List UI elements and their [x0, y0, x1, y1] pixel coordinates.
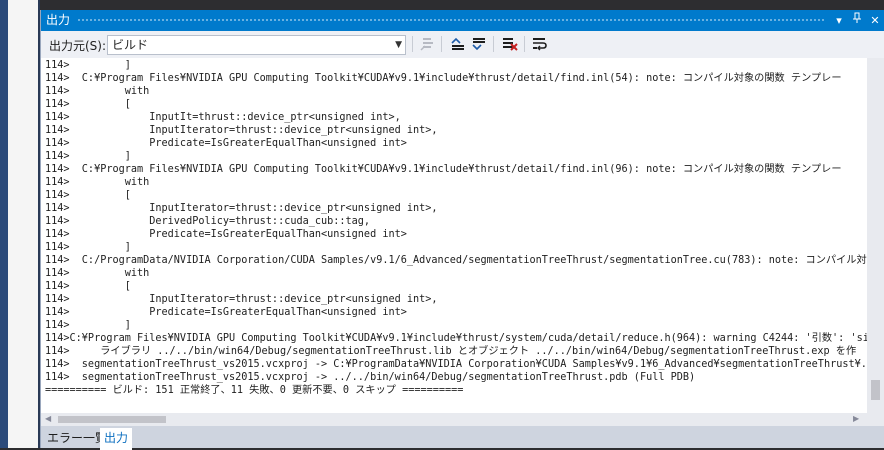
output-line: 114> InputIt=thrust::device_ptr<unsigned… — [45, 112, 401, 123]
prev-message-icon[interactable] — [449, 35, 467, 53]
output-line: 114> with — [45, 177, 150, 188]
output-titlebar[interactable]: 出力 ▾ ✕ — [41, 10, 884, 31]
clear-all-icon[interactable] — [501, 35, 519, 53]
output-line: 114> ] — [45, 151, 131, 162]
scroll-left-icon[interactable]: ◀ — [45, 414, 51, 423]
toolbar-separator — [493, 36, 494, 52]
chevron-down-icon: ▼ — [395, 40, 402, 50]
toolbar-separator — [524, 36, 525, 52]
output-text-area[interactable]: 114> ] 114> C:¥Program Files¥NVIDIA GPU C… — [41, 58, 867, 413]
toolbar-separator — [441, 36, 442, 52]
output-toolbar: 出力元(S): ビルド ▼ — [41, 31, 884, 58]
output-line: 114> Predicate=IsGreaterEqualThan<unsign… — [45, 229, 407, 240]
output-line: ========== ビルド: 151 正常終了、11 失敗、0 更新不要、0 … — [45, 385, 464, 396]
output-line: 114> Predicate=IsGreaterEqualThan<unsign… — [45, 307, 407, 318]
output-line: 114> InputIterator=thrust::device_ptr<un… — [45, 294, 438, 305]
scroll-right-icon[interactable]: ▶ — [853, 414, 859, 423]
output-line: 114> C:/ProgramData/NVIDIA Corporation/C… — [45, 255, 867, 266]
output-line: 114> InputIterator=thrust::device_ptr<un… — [45, 203, 438, 214]
toolbar-separator — [412, 36, 413, 52]
window-menu-dropdown-icon[interactable]: ▾ — [831, 10, 847, 31]
output-line: 114> segmentationTreeThrust_vs2015.vcxpr… — [45, 372, 696, 383]
tab-output[interactable]: 出力 — [100, 428, 133, 450]
output-line: 114> InputIterator=thrust::device_ptr<un… — [45, 125, 438, 136]
titlebar-grip — [77, 18, 825, 23]
output-line: 114> Predicate=IsGreaterEqualThan<unsign… — [45, 138, 407, 149]
next-message-icon[interactable] — [470, 35, 488, 53]
pin-icon[interactable] — [849, 10, 865, 31]
close-icon[interactable]: ✕ — [867, 10, 883, 31]
output-line: 114> ] — [45, 60, 131, 71]
output-line: 114> C:¥Program Files¥NVIDIA GPU Computi… — [45, 164, 842, 175]
output-line: 114> [ — [45, 99, 131, 110]
source-select[interactable]: ビルド ▼ — [107, 35, 406, 55]
output-line: 114> C:¥Program Files¥NVIDIA GPU Computi… — [45, 73, 842, 84]
source-select-value: ビルド — [112, 38, 149, 52]
output-line: 114> ライブラリ ../../bin/win64/Debug/segment… — [45, 346, 857, 357]
bottom-tab-strip: エラー一覧 出力 — [41, 426, 884, 450]
output-line: 114> [ — [45, 281, 131, 292]
output-line: 114> with — [45, 86, 150, 97]
horizontal-scrollbar[interactable]: ◀ ▶ — [41, 413, 884, 426]
editor-background — [0, 0, 40, 448]
window-title: 出力 — [46, 13, 71, 27]
output-line: 114> DerivedPolicy=thrust::cuda_cub::tag… — [45, 216, 371, 227]
output-line: 114> with — [45, 268, 150, 279]
goto-message-icon[interactable] — [419, 35, 437, 53]
vertical-scrollbar-thumb[interactable] — [871, 380, 880, 400]
horizontal-scrollbar-thumb[interactable] — [58, 416, 166, 423]
output-line: 114> ] — [45, 242, 131, 253]
source-label: 出力元(S): — [49, 39, 107, 53]
editor-gutter — [0, 0, 8, 448]
output-line: 114> ] — [45, 320, 131, 331]
output-line: 114> segmentationTreeThrust_vs2015.vcxpr… — [45, 359, 867, 370]
editor-edge — [8, 0, 38, 448]
output-line: 114>C:¥Program Files¥NVIDIA GPU Computin… — [45, 333, 867, 344]
word-wrap-icon[interactable] — [531, 35, 549, 53]
output-line: 114> [ — [45, 190, 131, 201]
output-tool-window: 出力 ▾ ✕ 出力元(S): ビルド ▼ 114>] 114> C:¥Prog… — [40, 10, 884, 450]
vertical-scrollbar[interactable] — [867, 58, 884, 413]
